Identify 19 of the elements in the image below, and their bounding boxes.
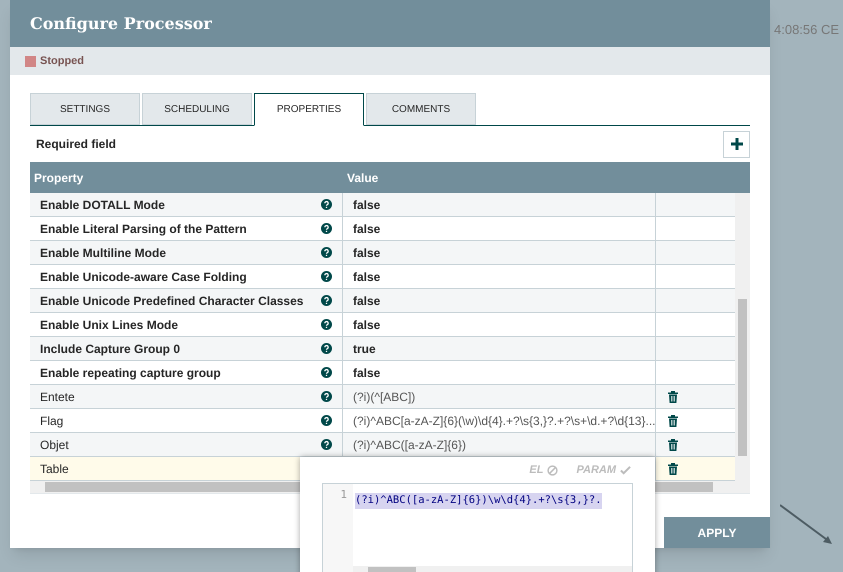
property-name: Enable Unix Lines Mode [40, 316, 180, 334]
property-name: Flag [40, 412, 64, 430]
property-name: Table [40, 460, 70, 478]
status-label: Stopped [40, 54, 84, 69]
property-name: Enable Unicode-aware Case Folding [40, 268, 248, 286]
param-indicator: PARAM [576, 462, 631, 478]
property-name: Enable Unicode Predefined Character Classes [40, 292, 304, 310]
dialog-title: Configure Processor [30, 12, 212, 34]
line-number: 1 [339, 487, 347, 503]
el-indicator: EL [529, 462, 558, 478]
required-field-label: Required field [35, 136, 116, 153]
property-name: Objet [40, 436, 70, 454]
property-name: Entete [40, 388, 76, 406]
clock-text: 4:08:56 CE [774, 21, 840, 39]
property-name: Enable Multiline Mode [40, 244, 168, 262]
property-name: Include Capture Group 0 [40, 340, 182, 358]
property-name: Enable DOTALL Mode [40, 196, 166, 214]
property-name: Enable repeating capture group [40, 364, 222, 382]
property-name: Enable Literal Parsing of the Pattern [40, 220, 248, 238]
